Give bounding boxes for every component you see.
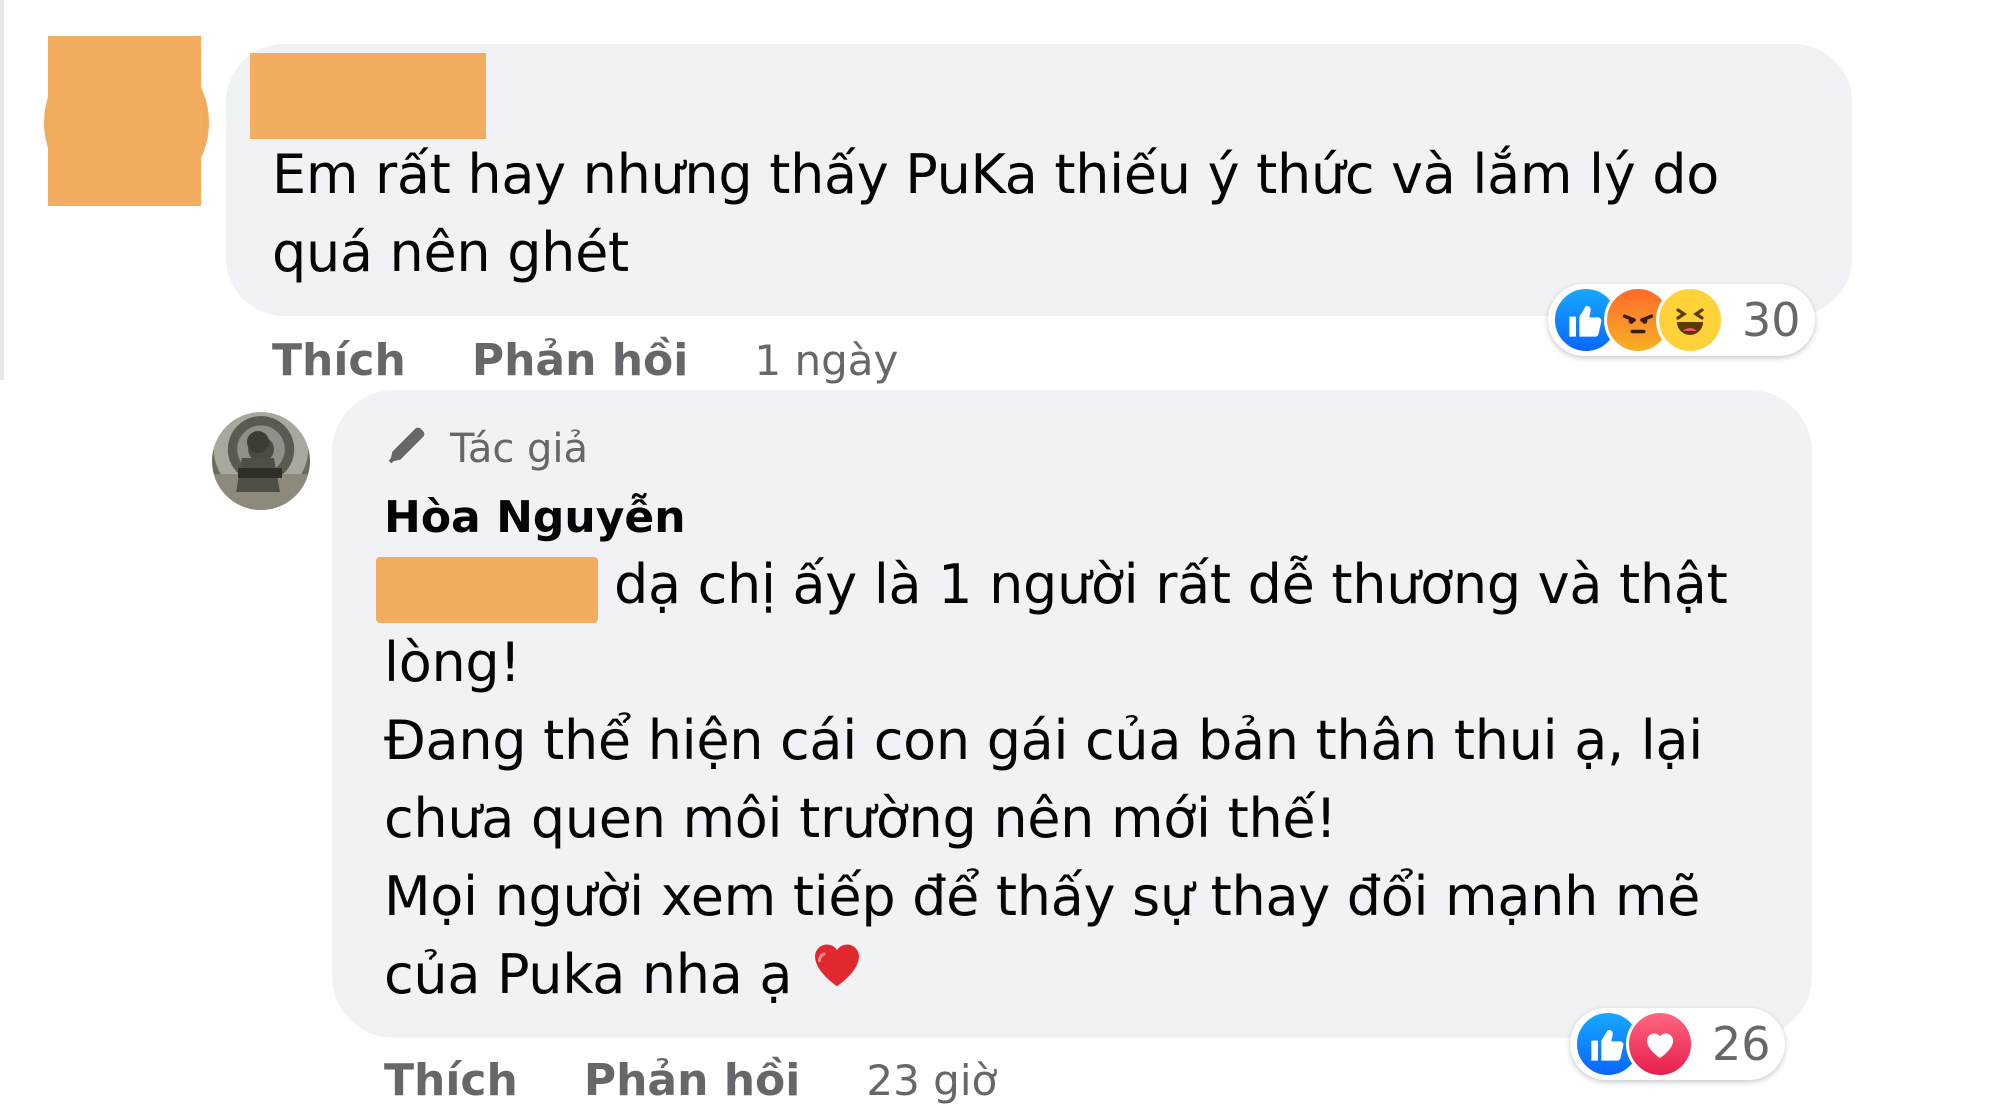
like-link[interactable]: Thích (384, 1055, 518, 1106)
reply-text: dạ chị ấy là 1 người rất dễ thương và th… (384, 546, 1804, 1015)
reply-link[interactable]: Phản hồi (584, 1055, 801, 1106)
reaction-count: 30 (1742, 293, 1801, 347)
like-link[interactable]: Thích (272, 335, 406, 386)
reaction-summary[interactable]: 30 (1548, 284, 1815, 356)
comment-text: Em rất hay nhưng thấy PuKa thiếu ý thức … (272, 143, 1719, 284)
commenter-name-redacted[interactable] (250, 53, 486, 139)
reply-text-body: lòng! Đang thể hiện cái con gái của bản … (384, 631, 1703, 1006)
author-badge-label: Tác giả (450, 426, 589, 472)
timestamp[interactable]: 23 giờ (866, 1056, 997, 1105)
author-name[interactable]: Hòa Nguyễn (384, 492, 686, 543)
page-edge-divider (0, 0, 4, 380)
author-avatar[interactable] (212, 412, 310, 510)
love-icon (1626, 1010, 1694, 1078)
reply-link[interactable]: Phản hồi (472, 335, 689, 386)
heart-icon (806, 932, 868, 1015)
author-badge: Tác giả (384, 420, 588, 478)
reaction-count: 26 (1712, 1017, 1771, 1071)
reaction-summary[interactable]: 26 (1570, 1008, 1785, 1080)
reply-text-first-line: dạ chị ấy là 1 người rất dễ thương và th… (614, 553, 1728, 616)
comment-actions: Thích Phản hồi 1 ngày (272, 330, 898, 390)
avatar-redaction-overlay (48, 36, 201, 206)
reply-actions: Thích Phản hồi 23 giờ (384, 1050, 997, 1110)
pencil-icon (384, 420, 432, 478)
timestamp[interactable]: 1 ngày (754, 336, 898, 385)
haha-icon (1656, 286, 1724, 354)
